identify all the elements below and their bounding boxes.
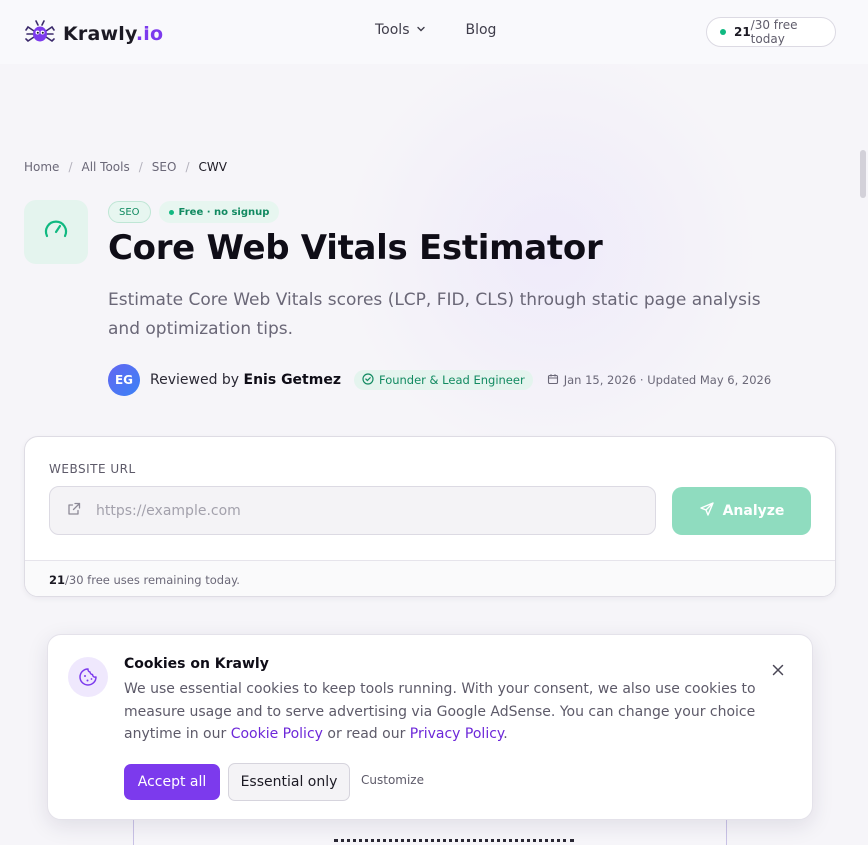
tool-icon-tile: [24, 200, 88, 264]
check-circle-icon: [362, 372, 374, 388]
url-input[interactable]: [96, 502, 596, 519]
privacy-policy-link[interactable]: Privacy Policy: [410, 726, 503, 742]
breadcrumb: Home / All Tools / SEO / CWV: [24, 160, 227, 174]
top-navigation: Krawly.io Tools Blog 21/30 free today: [0, 0, 868, 64]
send-icon: [699, 501, 715, 521]
obscured-heading-fragment: [334, 839, 574, 845]
status-dot-icon: [720, 29, 726, 35]
breadcrumb-seo[interactable]: SEO: [152, 160, 177, 174]
nav-tools[interactable]: Tools: [375, 22, 426, 38]
logo-wordmark: Krawly.io: [63, 23, 163, 45]
free-tag: Free · no signup: [158, 201, 280, 223]
breadcrumb-all-tools[interactable]: All Tools: [81, 160, 129, 174]
reviewer-row: EG Reviewed by Enis Getmez Founder & Lea…: [108, 364, 771, 396]
free-tag-label: Free · no signup: [178, 206, 270, 218]
url-field-label: WEBSITE URL: [49, 462, 136, 476]
analyze-button[interactable]: Analyze: [672, 487, 811, 535]
nav-tools-label: Tools: [375, 22, 410, 38]
publish-dates: Jan 15, 2026 · Updated May 6, 2026: [547, 373, 772, 388]
reviewed-by: Reviewed by Enis Getmez: [150, 372, 341, 388]
tool-tags: SEO Free · no signup: [108, 201, 280, 223]
usage-rest: /30 free uses remaining today.: [65, 572, 240, 587]
logo[interactable]: Krawly.io: [25, 18, 163, 50]
customize-button[interactable]: Customize: [361, 773, 424, 787]
breadcrumb-separator: /: [138, 160, 143, 174]
breadcrumb-home[interactable]: Home: [24, 160, 59, 174]
quota-rest: /30 free today: [750, 18, 798, 46]
reviewer-name[interactable]: Enis Getmez: [244, 372, 341, 388]
gauge-icon: [42, 216, 70, 248]
analyze-label: Analyze: [722, 503, 785, 519]
breadcrumb-separator: /: [68, 160, 73, 174]
cookie-consent-banner: Cookies on Krawly We use essential cooki…: [47, 634, 813, 820]
spider-logo-icon: [25, 18, 55, 50]
close-icon[interactable]: [770, 662, 786, 678]
cookie-or-text: or read our: [322, 726, 410, 742]
avatar: EG: [108, 364, 140, 396]
chevron-down-icon: [416, 22, 426, 38]
reviewed-by-prefix: Reviewed by: [150, 372, 240, 388]
cookie-title: Cookies on Krawly: [124, 656, 269, 672]
status-dot-icon: [168, 209, 174, 215]
logo-name: Krawly: [63, 23, 136, 45]
cookie-icon: [68, 657, 108, 697]
breadcrumb-separator: /: [185, 160, 190, 174]
quota-used: 21: [733, 25, 751, 39]
calendar-icon: [547, 373, 559, 388]
nav-blog[interactable]: Blog: [466, 22, 497, 38]
url-form-card: WEBSITE URL Analyze 21/30 free uses rema…: [24, 436, 836, 597]
page-scrollbar[interactable]: [860, 150, 866, 198]
breadcrumb-current: CWV: [198, 160, 227, 174]
dates-text: Jan 15, 2026 · Updated May 6, 2026: [563, 373, 772, 387]
usage-count: 21: [49, 572, 66, 587]
external-link-icon: [66, 501, 82, 521]
role-label: Founder & Lead Engineer: [378, 373, 525, 387]
cookie-body: We use essential cookies to keep tools r…: [124, 678, 764, 746]
accept-all-button[interactable]: Accept all: [124, 764, 220, 800]
daily-quota-badge: 21/30 free today: [706, 17, 836, 47]
url-input-wrapper[interactable]: [49, 486, 656, 535]
page-description: Estimate Core Web Vitals scores (LCP, FI…: [108, 290, 761, 339]
category-tag[interactable]: SEO: [108, 201, 151, 223]
cookie-policy-link[interactable]: Cookie Policy: [231, 726, 323, 742]
page-title: Core Web Vitals Estimator: [108, 228, 603, 268]
usage-footer: 21/30 free uses remaining today.: [25, 560, 835, 596]
main-nav: Tools Blog: [375, 22, 496, 38]
logo-tld: .io: [135, 23, 164, 45]
cookie-body-end: .: [503, 726, 508, 742]
nav-blog-label: Blog: [465, 22, 497, 38]
role-badge: Founder & Lead Engineer: [353, 370, 533, 390]
essential-only-button[interactable]: Essential only: [228, 763, 350, 801]
